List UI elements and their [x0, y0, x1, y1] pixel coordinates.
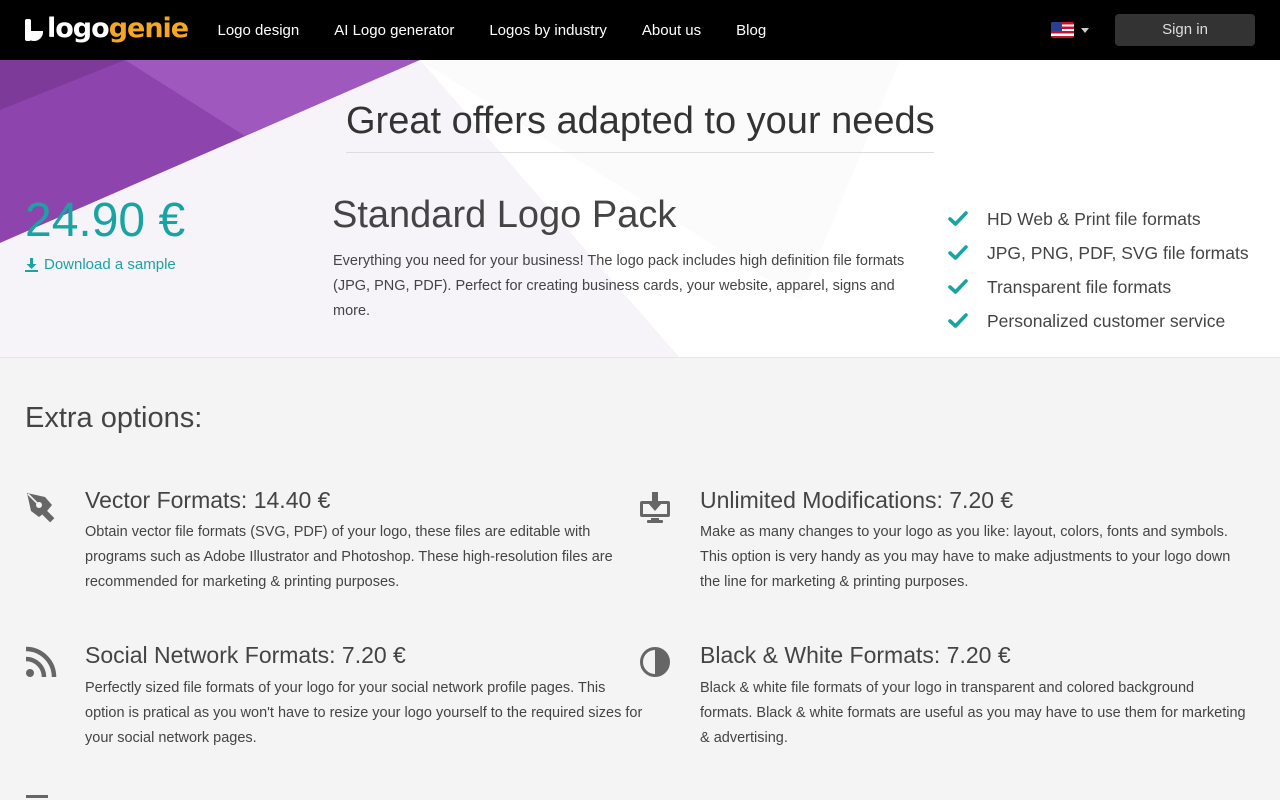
sign-in-button[interactable]: Sign in	[1115, 14, 1255, 46]
rss-icon	[25, 646, 57, 678]
language-selector[interactable]	[1051, 22, 1089, 38]
nav-link-ai-logo-generator[interactable]: AI Logo generator	[317, 22, 472, 39]
monitor-download-icon	[640, 492, 670, 523]
black-white-formats-title: Black & White Formats: 7.20 €	[700, 642, 1011, 668]
nav-links: Logo design AI Logo generator Logos by i…	[200, 0, 784, 60]
feature-item: JPG, PNG, PDF, SVG file formats	[948, 236, 1249, 270]
check-icon	[948, 313, 968, 328]
title-underline	[346, 152, 934, 153]
pack-price: 24.90 €	[25, 194, 186, 247]
feature-text: JPG, PNG, PDF, SVG file formats	[987, 242, 1249, 263]
document-icon	[26, 795, 48, 798]
social-network-formats-title: Social Network Formats: 7.20 €	[85, 642, 406, 668]
pack-title: Standard Logo Pack	[332, 194, 677, 236]
download-icon	[25, 257, 38, 272]
extras-heading: Extra options:	[25, 402, 203, 434]
black-white-formats-description: Black & white file formats of your logo …	[700, 680, 1246, 746]
check-icon	[948, 279, 968, 294]
offer-hero: Great offers adapted to your needs 24.90…	[0, 60, 1280, 358]
nav-link-logos-by-industry[interactable]: Logos by industry	[472, 22, 625, 39]
check-icon	[948, 245, 968, 260]
hero-title: Great offers adapted to your needs	[346, 100, 935, 142]
top-nav: logogenie Logo design AI Logo generator …	[0, 0, 1280, 60]
nav-link-blog[interactable]: Blog	[719, 22, 784, 39]
vector-formats-title: Vector Formats: 14.40 €	[85, 487, 331, 513]
social-network-formats-description: Perfectly sized file formats of your log…	[85, 680, 643, 746]
feature-item: Personalized customer service	[948, 304, 1249, 338]
logogenie-logo[interactable]: logogenie	[25, 12, 189, 46]
unlimited-modifications-description: Make as many changes to your logo as you…	[700, 524, 1231, 590]
vector-formats-description: Obtain vector file formats (SVG, PDF) of…	[85, 524, 613, 590]
feature-text: HD Web & Print file formats	[987, 208, 1201, 229]
pen-nib-icon	[27, 493, 55, 523]
feature-list: HD Web & Print file formats JPG, PNG, PD…	[948, 202, 1249, 338]
caret-down-icon	[1081, 27, 1089, 33]
pack-description: Everything you need for your business! T…	[333, 253, 905, 319]
logo-text: logogenie	[47, 13, 189, 44]
feature-item: HD Web & Print file formats	[948, 202, 1249, 236]
nav-link-about-us[interactable]: About us	[624, 22, 718, 39]
feature-item: Transparent file formats	[948, 270, 1249, 304]
feature-text: Transparent file formats	[987, 276, 1172, 297]
check-icon	[948, 211, 968, 226]
logo-mark-icon	[25, 19, 43, 41]
half-circle-icon	[640, 647, 670, 677]
download-sample-link[interactable]: Download a sample	[25, 256, 176, 273]
download-sample-label: Download a sample	[44, 256, 176, 273]
feature-text: Personalized customer service	[987, 310, 1226, 331]
unlimited-modifications-title: Unlimited Modifications: 7.20 €	[700, 487, 1014, 513]
nav-link-logo-design[interactable]: Logo design	[200, 22, 317, 39]
us-flag-icon	[1051, 22, 1074, 38]
